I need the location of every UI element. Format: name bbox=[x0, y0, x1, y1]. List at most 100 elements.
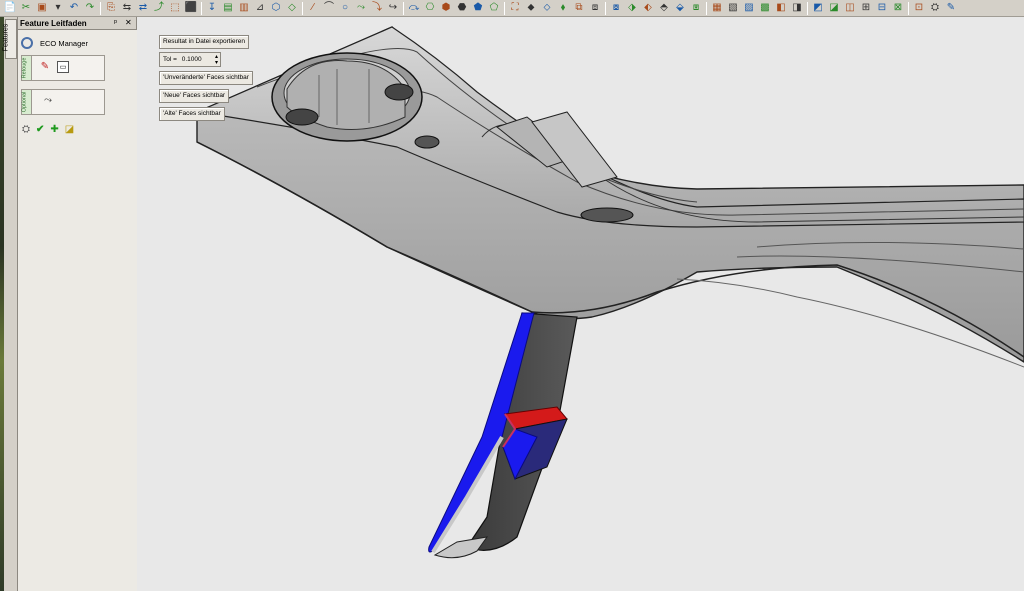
toolbar-button-icon[interactable]: ⧆ bbox=[690, 2, 702, 14]
toolbar-button-icon[interactable]: ↶ bbox=[68, 2, 80, 14]
pin-icon[interactable]: ᵖ bbox=[114, 17, 117, 29]
toolbar-button-icon[interactable]: ▧ bbox=[727, 2, 739, 14]
toolbar-button-icon[interactable]: ⬥ bbox=[525, 2, 537, 14]
unchanged-faces-button[interactable]: 'Unveränderte' Faces sichtbar bbox=[159, 71, 253, 85]
toolbar-button-icon[interactable]: ⬡ bbox=[270, 2, 282, 14]
toolbar-separator bbox=[908, 1, 909, 15]
toolbar-button-icon[interactable]: ⊿ bbox=[254, 2, 266, 14]
eco-manager-row[interactable]: ECO Manager bbox=[18, 35, 137, 51]
apply-continue-icon[interactable]: ✚ bbox=[50, 124, 58, 136]
toolbar-button-icon[interactable]: ⬢ bbox=[440, 2, 452, 14]
3d-viewport[interactable]: Resultat in Datei exportieren Tol = 0.10… bbox=[137, 17, 1024, 591]
toolbar-button-icon[interactable]: ⎘ bbox=[105, 2, 117, 14]
toolbar-button-icon[interactable]: ◪ bbox=[828, 2, 840, 14]
toolbar-button-icon[interactable]: ⤵ bbox=[371, 2, 383, 14]
toolbar-button-icon[interactable]: ⬣ bbox=[456, 2, 468, 14]
optional-tool-icon[interactable]: ⤳ bbox=[42, 95, 54, 107]
toolbar-button-icon[interactable]: ◇ bbox=[286, 2, 298, 14]
toolbar-button-icon[interactable]: ○ bbox=[339, 2, 351, 14]
toolbar-button-icon[interactable]: ⇆ bbox=[121, 2, 133, 14]
toolbar-button-icon[interactable]: ◩ bbox=[812, 2, 824, 14]
optional-group: Optional ⤳ bbox=[21, 89, 105, 115]
tolerance-value[interactable]: 0.1000 bbox=[182, 56, 202, 63]
window-icon[interactable]: ▭ bbox=[57, 61, 69, 73]
toolbar-button-icon[interactable]: ⬠ bbox=[488, 2, 500, 14]
toolbar-button-icon[interactable]: ⌒ bbox=[323, 2, 335, 14]
eco-manager-label: ECO Manager bbox=[40, 38, 88, 48]
toolbar-button-icon[interactable]: ▥ bbox=[238, 2, 250, 14]
toolbar-button-icon[interactable]: ⊞ bbox=[860, 2, 872, 14]
toolbar-button-icon[interactable]: ↷ bbox=[84, 2, 96, 14]
toolbar-button-icon[interactable]: ⬗ bbox=[626, 2, 638, 14]
panel-action-row: ⛭ ✔ ✚ ◪ bbox=[22, 124, 80, 136]
toolbar-button-icon[interactable]: ⤴ bbox=[153, 2, 165, 14]
toolbar-button-icon[interactable]: ⬛ bbox=[185, 2, 197, 14]
toolbar-button-icon[interactable]: ⬦ bbox=[541, 2, 553, 14]
toolbar-button-icon[interactable]: ⛭ bbox=[929, 2, 941, 14]
toolbar-button-icon[interactable]: ◫ bbox=[844, 2, 856, 14]
preview-icon[interactable]: ◪ bbox=[65, 124, 74, 136]
toolbar-button-icon[interactable]: ▩ bbox=[759, 2, 771, 14]
toolbar-button-icon[interactable]: ▾ bbox=[52, 2, 64, 14]
optional-group-tab[interactable]: Optional bbox=[21, 90, 32, 114]
toolbar-button-icon[interactable]: ⬙ bbox=[674, 2, 686, 14]
toolbar-button-icon[interactable]: ⧈ bbox=[589, 2, 601, 14]
toolbar-button-icon[interactable]: ⎔ bbox=[424, 2, 436, 14]
toolbar-separator bbox=[706, 1, 707, 15]
toolbar-button-icon[interactable]: ⬖ bbox=[642, 2, 654, 14]
toolbar-button-icon[interactable]: 📄 bbox=[4, 2, 16, 14]
cad-application: 📄 ✂ ▣ ▾ ↶ ↷ ⎘ ⇆ ⇄ ⤴ ⬚ ⬛ ↧ ▤ ▥ ⊿ ⬡ ◇ ∕ ⌒ ○ ⤳ ⤵ ↪ ⤼ ⎔ ⬢ ⬣ ⬟ ⬠ ⛶ ⬥ ⬦ ⬧ ⧉ ⧈ ⧇ ⬗ ⬖ ⬘… bbox=[0, 0, 1024, 591]
retouch-group: Retouge ✎ ▭ bbox=[21, 55, 105, 81]
toolbar-button-icon[interactable]: ⬚ bbox=[169, 2, 181, 14]
toolbar-button-icon[interactable]: ⊟ bbox=[876, 2, 888, 14]
toolbar-button-icon[interactable]: ✎ bbox=[945, 2, 957, 14]
toolbar-button-icon[interactable]: ◨ bbox=[791, 2, 803, 14]
toolbar-button-icon[interactable]: ⤼ bbox=[408, 2, 420, 14]
toolbar-button-icon[interactable]: ▦ bbox=[711, 2, 723, 14]
tolerance-field[interactable]: Tol = 0.1000 ▴ ▾ bbox=[159, 52, 221, 67]
toolbar-button-icon[interactable]: ⊡ bbox=[913, 2, 925, 14]
panel-title-bar: Feature Leitfaden ᵖ ✕ bbox=[18, 17, 136, 29]
toolbar-separator bbox=[201, 1, 202, 15]
eco-manager-icon bbox=[21, 37, 33, 49]
retouch-group-tab-label: Retouge bbox=[21, 57, 28, 79]
toolbar-button-icon[interactable]: ◧ bbox=[775, 2, 787, 14]
toolbar-button-icon[interactable]: ⬘ bbox=[658, 2, 670, 14]
toolbar-separator bbox=[403, 1, 404, 15]
export-result-button[interactable]: Resultat in Datei exportieren bbox=[159, 35, 250, 49]
features-side-tab[interactable]: Features bbox=[2, 19, 17, 59]
toolbar-separator bbox=[504, 1, 505, 15]
features-side-tab-label: Features bbox=[2, 23, 10, 52]
toolbar-separator bbox=[100, 1, 101, 15]
toolbar-button-icon[interactable]: ⊠ bbox=[892, 2, 904, 14]
retouch-tool-icon[interactable]: ✎ bbox=[39, 61, 51, 73]
new-faces-button[interactable]: 'Neue' Faces sichtbar bbox=[159, 89, 230, 103]
spinner-icon[interactable]: ▴ ▾ bbox=[215, 54, 218, 66]
tool-dropdown-icon[interactable]: ⛭ bbox=[22, 124, 30, 136]
toolbar-separator bbox=[807, 1, 808, 15]
toolbar-separator bbox=[302, 1, 303, 15]
toolbar-separator bbox=[605, 1, 606, 15]
optional-group-tab-label: Optional bbox=[21, 91, 28, 113]
toolbar-button-icon[interactable]: ⬟ bbox=[472, 2, 484, 14]
close-icon[interactable]: ✕ bbox=[125, 17, 132, 29]
toolbar-button-icon[interactable]: ↪ bbox=[387, 2, 399, 14]
toolbar-button-icon[interactable]: ⇄ bbox=[137, 2, 149, 14]
side-tab-column: Features bbox=[2, 17, 18, 591]
toolbar-button-icon[interactable]: ↧ bbox=[206, 2, 218, 14]
toolbar-button-icon[interactable]: ⧉ bbox=[573, 2, 585, 14]
toolbar-button-icon[interactable]: ▣ bbox=[36, 2, 48, 14]
retouch-group-tab[interactable]: Retouge bbox=[21, 56, 32, 80]
old-faces-button[interactable]: 'Alte' Faces sichtbar bbox=[159, 107, 225, 121]
toolbar-button-icon[interactable]: ⧇ bbox=[610, 2, 622, 14]
toolbar-button-icon[interactable]: ⤳ bbox=[355, 2, 367, 14]
apply-check-icon[interactable]: ✔ bbox=[36, 124, 44, 136]
part-model bbox=[194, 26, 1024, 559]
toolbar-button-icon[interactable]: ▤ bbox=[222, 2, 234, 14]
toolbar-button-icon[interactable]: ⬧ bbox=[557, 2, 569, 14]
toolbar-button-icon[interactable]: ⛶ bbox=[509, 2, 521, 14]
feature-guide-panel: Feature Leitfaden ᵖ ✕ ECO Manager Retoug… bbox=[18, 17, 137, 591]
toolbar-button-icon[interactable]: ∕ bbox=[307, 2, 319, 14]
toolbar-button-icon[interactable]: ▨ bbox=[743, 2, 755, 14]
toolbar-button-icon[interactable]: ✂ bbox=[20, 2, 32, 14]
